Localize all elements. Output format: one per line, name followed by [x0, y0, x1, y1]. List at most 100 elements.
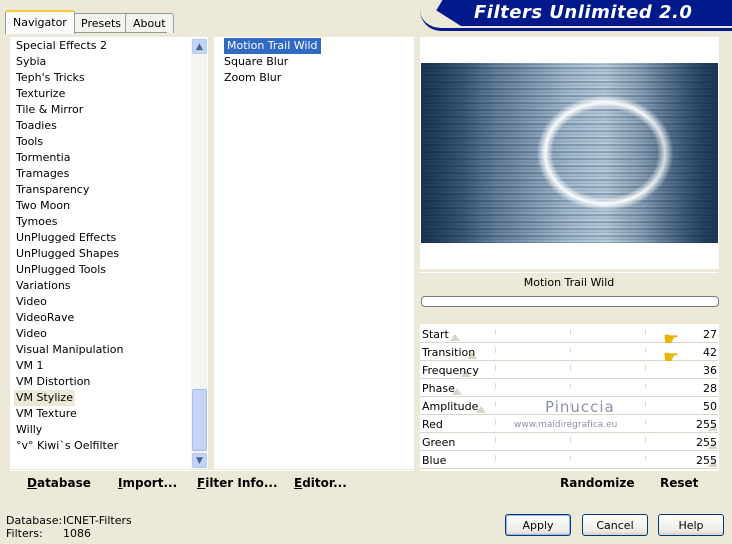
filter-title: Motion Trail Wild [523, 276, 615, 289]
tab-navigator[interactable]: Navigator [5, 10, 75, 34]
category-item[interactable]: Tramages [16, 166, 69, 182]
category-item[interactable]: VM Distortion [16, 374, 90, 390]
category-item[interactable]: Transparency [16, 182, 89, 198]
param-label: Start [422, 328, 449, 341]
param-value: 27 [703, 328, 717, 341]
filter-item[interactable]: Motion Trail Wild [224, 38, 321, 54]
slider-tick [645, 419, 646, 425]
slider-track[interactable] [420, 468, 718, 469]
scroll-up-button[interactable]: ▲ [192, 39, 207, 54]
category-item[interactable]: VM Texture [16, 406, 77, 422]
param-value: 50 [703, 400, 717, 413]
slider-tick [495, 455, 496, 461]
param-value: 28 [703, 382, 717, 395]
category-item[interactable]: VM Stylize [14, 390, 75, 406]
tab-presets[interactable]: Presets [73, 13, 130, 33]
param-row[interactable]: Phase 28 [420, 380, 718, 398]
slider-tick [645, 401, 646, 407]
category-item[interactable]: Sybia [16, 54, 46, 70]
status-database-value: ICNET-Filters [63, 514, 132, 527]
watermark-url: www.maidiregrafica.eu [514, 420, 618, 430]
scroll-down-button[interactable]: ▼ [192, 453, 207, 468]
param-label: Green [422, 436, 456, 449]
slider-tick [495, 401, 496, 407]
category-item[interactable]: Variations [16, 278, 71, 294]
scroll-thumb[interactable] [192, 389, 207, 451]
param-value: 255 [696, 436, 717, 449]
slider-knob[interactable] [450, 334, 461, 341]
param-value: 255 [696, 454, 717, 467]
category-item[interactable]: Willy [16, 422, 42, 438]
tab-about[interactable]: About [125, 13, 174, 33]
category-item[interactable]: Special Effects 2 [16, 38, 107, 54]
randomize-link[interactable]: Randomize [560, 476, 634, 490]
category-item[interactable]: Texturize [16, 86, 65, 102]
category-item[interactable]: Tymoes [16, 214, 57, 230]
status-filters-label: Filters: [6, 527, 43, 540]
category-item[interactable]: Video [16, 294, 47, 310]
param-label: Transition [422, 346, 476, 359]
slider-track[interactable] [420, 396, 718, 397]
param-row[interactable]: Blue 255 [420, 452, 718, 470]
category-item[interactable]: Tormentia [16, 150, 70, 166]
category-item[interactable]: °v° Kiwi`s Oelfilter [16, 438, 118, 454]
param-label: Blue [422, 454, 447, 467]
category-item[interactable]: UnPlugged Shapes [16, 246, 119, 262]
filter-info-link[interactable]: Filter Info... [197, 476, 278, 490]
category-item[interactable]: Toadies [16, 118, 57, 134]
slider-tick [645, 383, 646, 389]
category-item[interactable]: Teph's Tricks [16, 70, 85, 86]
slider-tick [495, 347, 496, 353]
category-item[interactable]: UnPlugged Effects [16, 230, 116, 246]
filter-list[interactable]: Motion Trail Wild Square Blur Zoom Blur [214, 37, 414, 469]
filter-item[interactable]: Square Blur [224, 54, 288, 70]
help-button[interactable]: Help [658, 514, 724, 536]
slider-tick [495, 437, 496, 443]
slider-track[interactable] [420, 450, 718, 451]
filter-item[interactable]: Zoom Blur [224, 70, 281, 86]
preview-image-shade [421, 63, 718, 243]
status-database-label: Database: [6, 514, 63, 527]
param-label: Red [422, 418, 443, 431]
slider-tick [495, 419, 496, 425]
database-link[interactable]: Database [27, 476, 91, 490]
pointing-hand-icon: ☛ [663, 347, 680, 368]
apply-button[interactable]: Apply [505, 514, 571, 536]
param-value: 36 [703, 364, 717, 377]
param-value: 255 [696, 418, 717, 431]
slider-tick [570, 329, 571, 335]
category-item[interactable]: VideoRave [16, 310, 74, 326]
slider-tick [495, 329, 496, 335]
slider-tick [645, 455, 646, 461]
slider-track[interactable] [420, 378, 718, 379]
slider-tick [570, 365, 571, 371]
category-item[interactable]: Video [16, 326, 47, 342]
slider-tick [570, 383, 571, 389]
category-item[interactable]: Visual Manipulation [16, 342, 123, 358]
watermark-name: Pinuccia [545, 398, 615, 416]
editor-link[interactable]: Editor... [294, 476, 347, 490]
slider-tick [645, 329, 646, 335]
slider-tick [570, 347, 571, 353]
slider-track[interactable] [420, 432, 718, 433]
slider-tick [570, 437, 571, 443]
category-item[interactable]: Two Moon [16, 198, 70, 214]
cancel-button[interactable]: Cancel [582, 514, 648, 536]
slider-tick [645, 347, 646, 353]
category-item[interactable]: VM 1 [16, 358, 44, 374]
status-filters-value: 1086 [63, 527, 91, 540]
param-label: Phase [422, 382, 455, 395]
progress-bar [421, 296, 719, 307]
category-list[interactable]: Special Effects 2 Sybia Teph's Tricks Textu… [10, 37, 208, 469]
category-scrollbar[interactable]: ▲ ▼ [191, 38, 207, 469]
slider-tick [495, 365, 496, 371]
param-row[interactable]: Green 255 [420, 434, 718, 452]
import-link[interactable]: Import... [118, 476, 177, 490]
param-value: 42 [703, 346, 717, 359]
slider-tick [570, 455, 571, 461]
app-title: Filters Unlimited 2.0 [474, 2, 693, 23]
category-item[interactable]: UnPlugged Tools [16, 262, 106, 278]
reset-link[interactable]: Reset [660, 476, 698, 490]
category-item[interactable]: Tools [16, 134, 43, 150]
category-item[interactable]: Tile & Mirror [16, 102, 83, 118]
